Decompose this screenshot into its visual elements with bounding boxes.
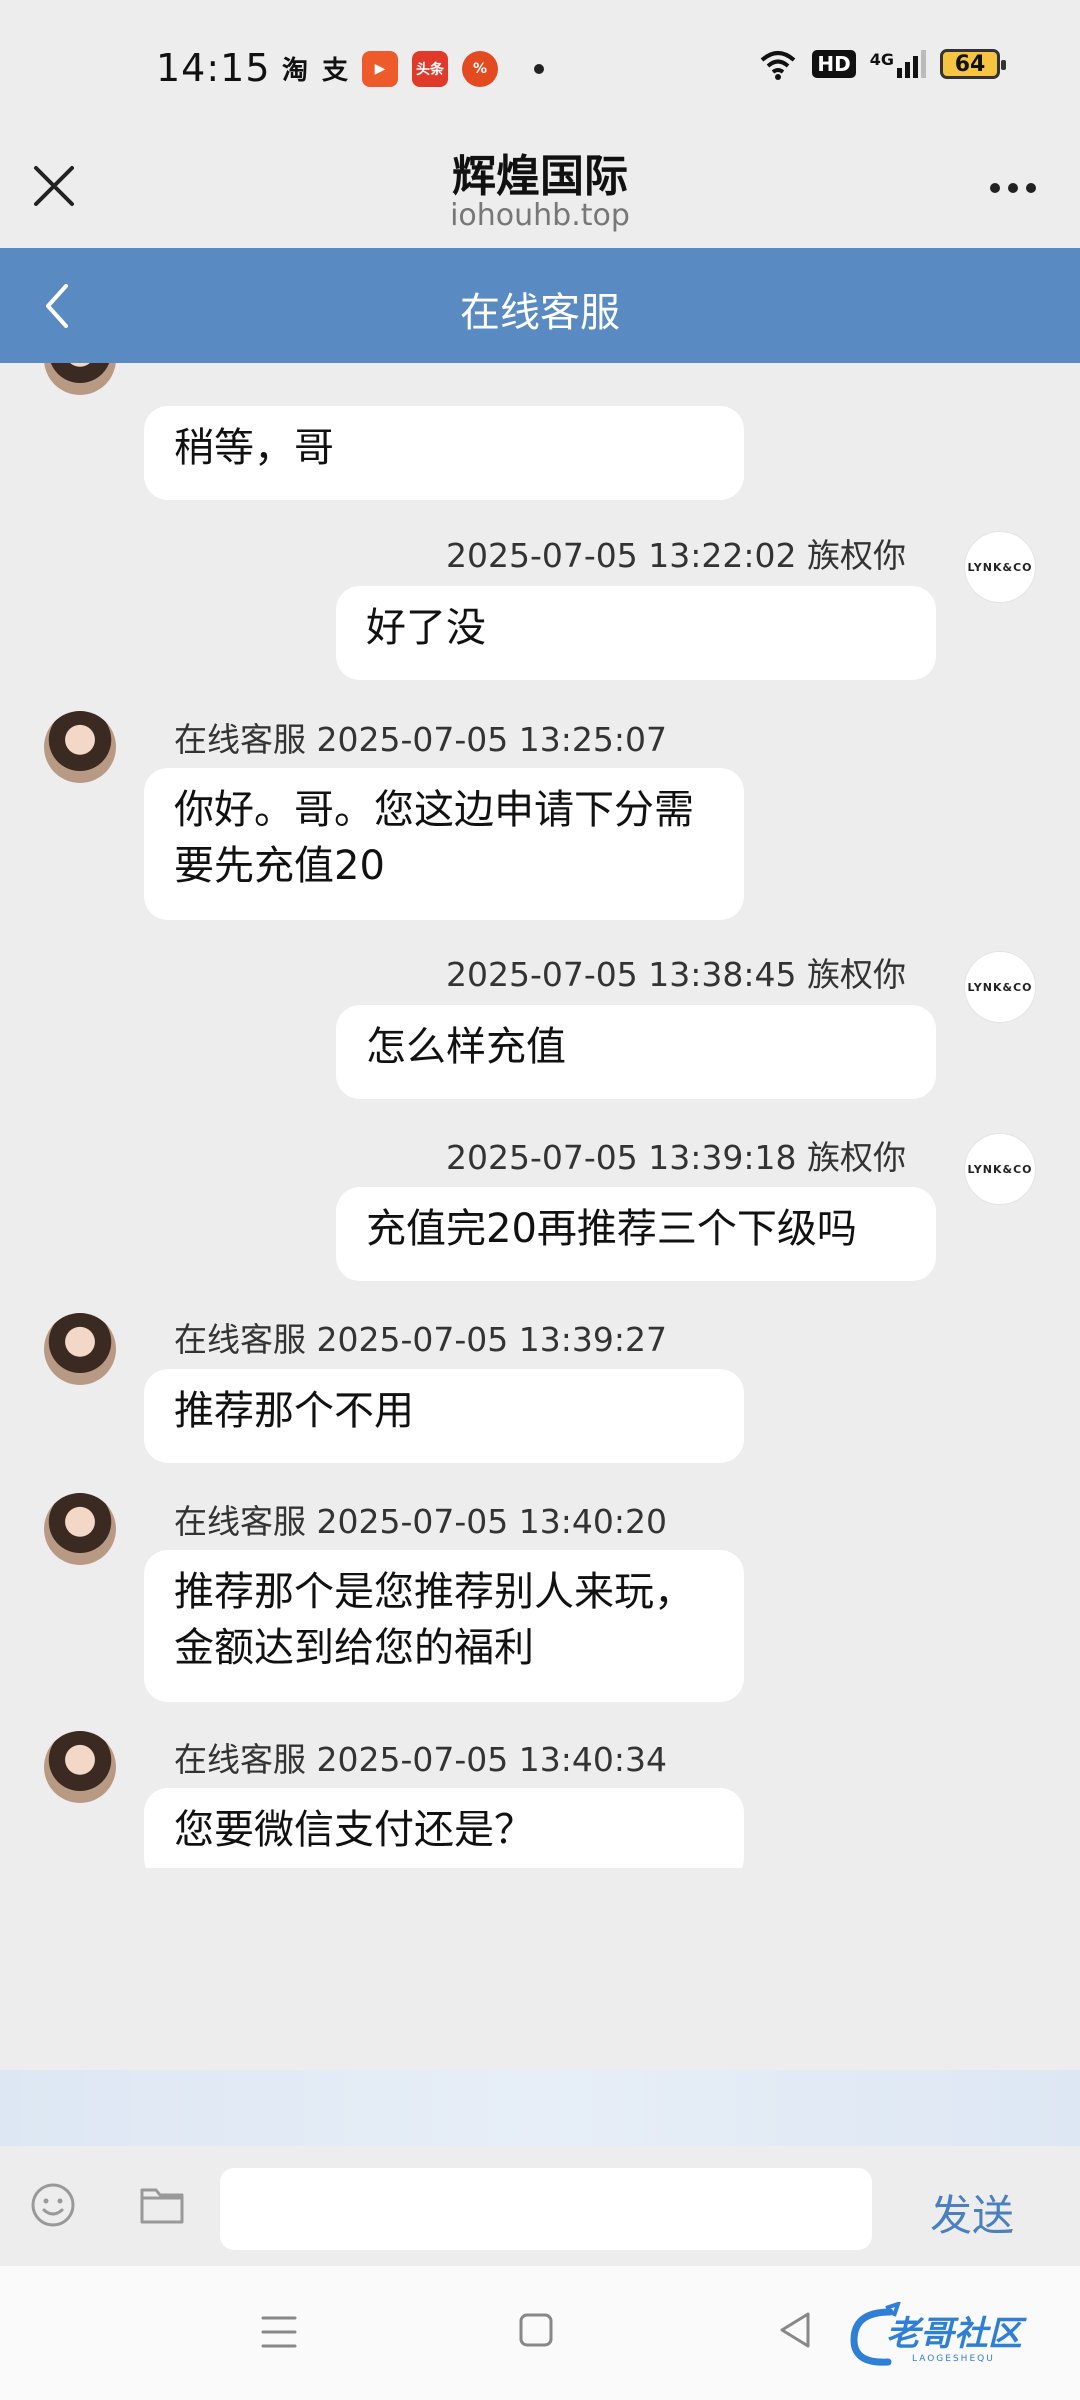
alipay-icon: 支 [322,56,349,86]
agent-avatar [44,1493,116,1565]
message-clip: 您要微信支付还是？ [144,1788,744,1868]
message-text: 推荐那个不用 [174,1388,414,1434]
watermark-subtext: LAOGESHEQU [912,2354,995,2364]
recent-apps-icon[interactable] [260,2312,298,2352]
toutiao-icon: 头条 [412,50,449,87]
agent-avatar [44,363,116,395]
page-title: 辉煌国际 [452,151,628,202]
send-button[interactable]: 发送 [930,2182,1014,2243]
chat-header: 在线客服 [0,248,1080,363]
hd-badge: HD [812,50,856,78]
message-text: 您要微信支付还是？ [174,1807,534,1853]
agent-avatar [44,711,116,783]
message-bubble: 稍等，哥 [144,406,744,500]
message-bubble: 好了没 [336,586,936,680]
emoji-icon[interactable] [30,2182,76,2228]
message-meta: 在线客服 2025-07-05 13:25:07 [174,720,667,759]
home-icon[interactable] [518,2312,554,2348]
clock: 14:15 [156,46,271,90]
more-notifications-dot [534,63,545,74]
more-options-icon[interactable] [990,178,1046,198]
message-meta: 2025-07-05 13:38:45 族权你 [446,955,906,994]
message-text: 怎么样充值 [366,1024,566,1070]
battery-icon: 64 [940,49,1006,79]
message-meta: 在线客服 2025-07-05 13:40:34 [174,1740,667,1779]
input-divider [0,2070,1080,2146]
wifi-icon [761,51,796,80]
input-bar: 发送 [0,2146,1080,2266]
message-meta: 在线客服 2025-07-05 13:39:27 [174,1320,667,1359]
user-avatar: LYNK&CO [964,951,1036,1023]
message-meta: 2025-07-05 13:39:18 族权你 [446,1138,906,1177]
message-bubble: 推荐那个不用 [144,1369,744,1463]
message-bubble: 怎么样充值 [336,1005,936,1099]
message-text: 推荐那个是您推荐别人来玩，金额达到给您的福利 [174,1569,694,1671]
discount-app-icon: % [462,50,499,87]
message-bubble: 你好。哥。您这边申请下分需要先充值20 [144,768,744,920]
message-input[interactable] [220,2168,872,2250]
user-avatar: LYNK&CO [964,531,1036,603]
message-bubble: 您要微信支付还是？ [144,1788,744,1868]
system-indicators: HD 4G 64 [758,48,1006,80]
watermark-logo: 老哥社区 LAOGESHEQU [846,2302,1066,2374]
signal-icon: 4G [870,50,926,78]
message-bubble: 推荐那个是您推荐别人来玩，金额达到给您的福利 [144,1550,744,1702]
folder-icon[interactable] [138,2182,186,2228]
chat-title: 在线客服 [460,290,620,336]
network-type: 4G [869,50,894,69]
taobao-icon: 淘 [282,56,309,86]
message-list[interactable]: 稍等，哥 2025-07-05 13:22:02 族权你 LYNK&CO 好了没… [0,363,1080,1868]
user-avatar: LYNK&CO [964,1133,1036,1205]
page-url: iohouhb.top [450,198,630,233]
watermark-text: 老哥社区 [886,2314,1022,2354]
message-text: 稍等，哥 [174,425,334,471]
message-text: 充值完20再推荐三个下级吗 [366,1206,857,1252]
system-nav-bar: 老哥社区 LAOGESHEQU [0,2266,1080,2400]
message-bubble: 充值完20再推荐三个下级吗 [336,1187,936,1281]
message-text: 你好。哥。您这边申请下分需要先充值20 [174,787,694,889]
agent-avatar [44,1731,116,1803]
battery-level: 64 [954,51,986,77]
message-meta: 2025-07-05 13:22:02 族权你 [446,536,906,575]
message-meta: 在线客服 2025-07-05 13:40:20 [174,1502,667,1541]
agent-avatar [44,1313,116,1385]
message-text: 好了没 [366,605,486,651]
video-app-icon: ▶ [362,50,399,87]
notification-icons: 淘 支 ▶ 头条 % [282,50,545,87]
back-icon[interactable] [776,2310,814,2350]
title-bar: 辉煌国际 iohouhb.top [0,140,1080,248]
status-bar: 14:15 淘 支 ▶ 头条 % HD 4G 64 [0,0,1080,140]
